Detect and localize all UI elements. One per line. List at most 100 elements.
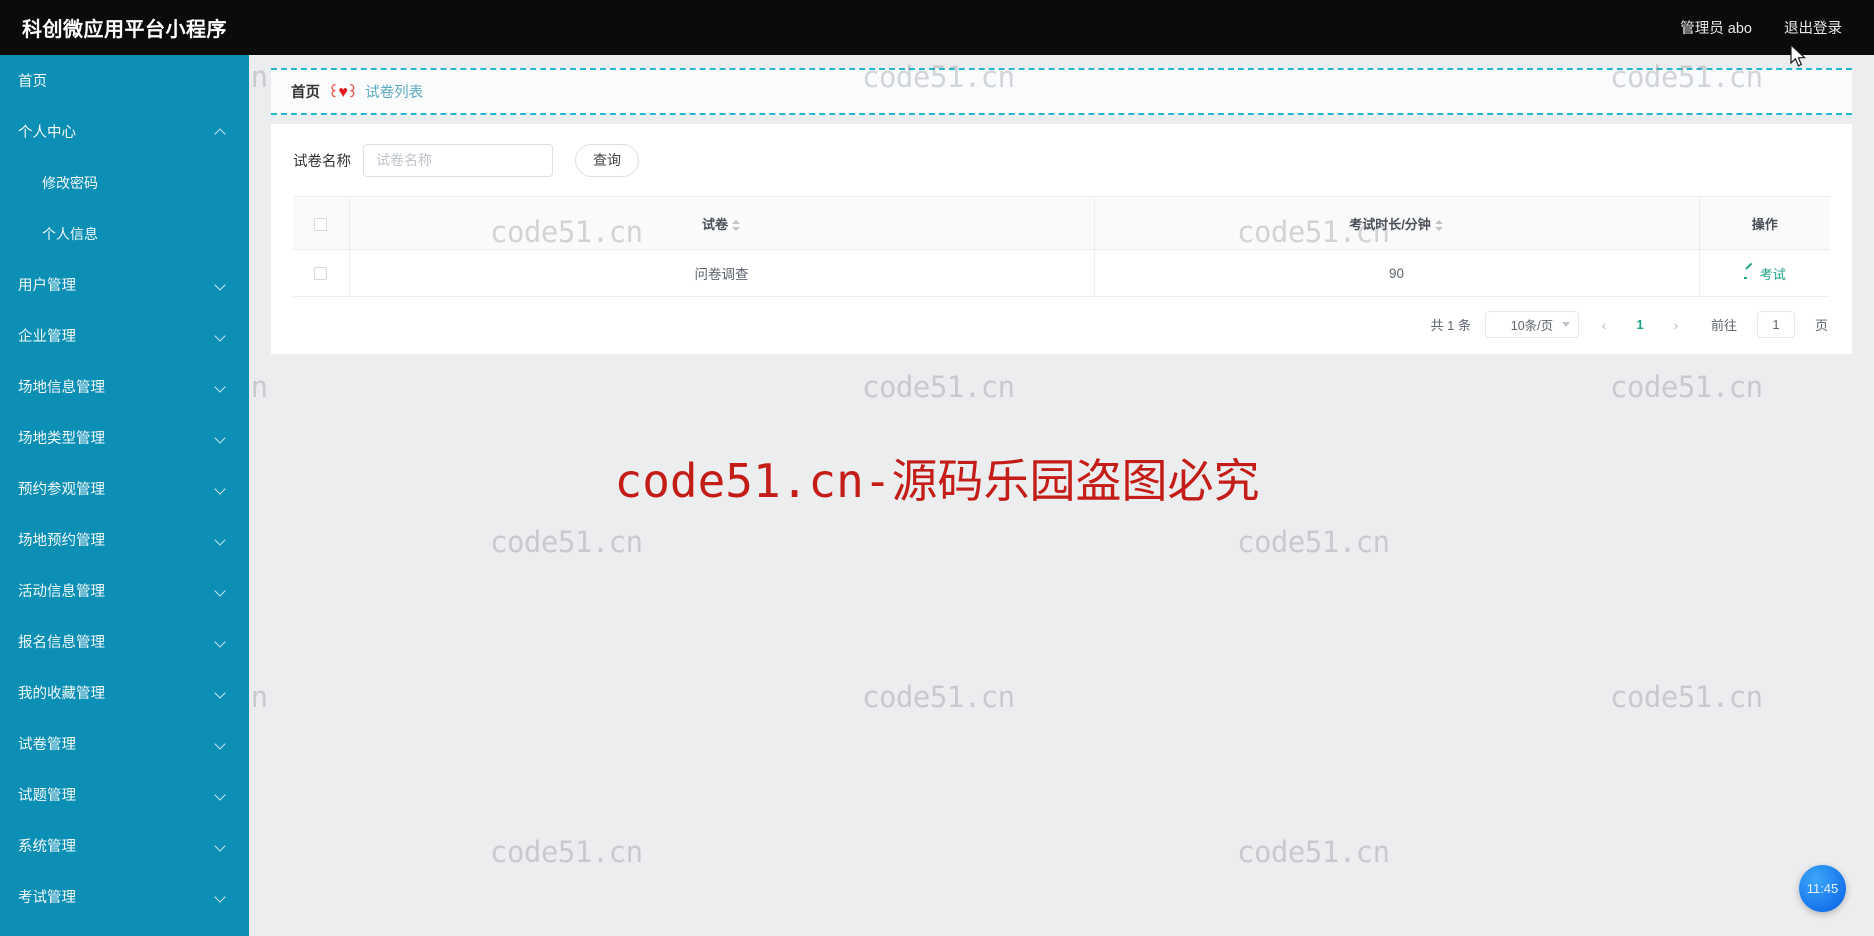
sidebar-nav[interactable]: 首页 个人中心修改密码个人信息用户管理企业管理场地信息管理 场地类型管理 预约参观管理… <box>0 55 249 936</box>
header-operation-label: 操作 <box>1751 216 1778 232</box>
chevron-down-icon[interactable] <box>215 279 227 291</box>
cell-paper-name: 问卷调查 <box>349 249 1095 297</box>
sidebar-item-14[interactable]: 试题管理 <box>0 769 249 820</box>
breadcrumb: 首页 ꒰♥꒱ 试卷列表 <box>271 68 1852 115</box>
header-operation-cell: 操作 <box>1699 196 1830 250</box>
breadcrumb-separator-decoration: ꒰♥꒱ <box>328 81 358 102</box>
sidebar-item-label: 系统管理 <box>18 839 76 855</box>
chevron-up-icon[interactable] <box>215 126 227 138</box>
next-page-button[interactable]: › <box>1665 313 1687 337</box>
sidebar-item-16[interactable]: 考试管理 <box>0 871 249 922</box>
cell-duration: 90 <box>1094 249 1700 297</box>
chevron-down-icon[interactable] <box>215 330 227 342</box>
content-card: 试卷名称 查询 试卷 考试时长/分钟 操作 <box>271 124 1852 354</box>
chevron-down-icon[interactable] <box>215 789 227 801</box>
breadcrumb-home-link[interactable]: 首页 <box>291 81 320 102</box>
row-checkbox[interactable] <box>314 267 328 281</box>
sidebar-item-label: 我的收藏管理 <box>18 686 105 702</box>
select-all-checkbox[interactable] <box>314 217 328 231</box>
sidebar-item-label: 用户管理 <box>18 278 76 294</box>
sidebar-item-13[interactable]: 试卷管理 <box>0 718 249 769</box>
header-paper-name-cell[interactable]: 试卷 <box>349 196 1095 250</box>
exam-paper-table: 试卷 考试时长/分钟 操作 问卷调查 90 考试 <box>293 196 1830 297</box>
sidebar-item-7[interactable]: 场地类型管理 <box>0 412 249 463</box>
page-size-select[interactable]: 10条/页 <box>1484 311 1579 338</box>
chevron-down-icon[interactable] <box>215 483 227 495</box>
heart-icon: ♥ <box>338 84 347 101</box>
floating-clock-time: 11:45 <box>1806 881 1839 896</box>
sidebar-item-11[interactable]: 报名信息管理 <box>0 616 249 667</box>
chevron-down-icon[interactable] <box>215 534 227 546</box>
sidebar-item-4[interactable]: 用户管理 <box>0 259 249 310</box>
exam-action-button[interactable]: 考试 <box>1743 264 1786 283</box>
sidebar-item-0[interactable]: 首页 <box>0 55 249 106</box>
sidebar-item-5[interactable]: 企业管理 <box>0 310 249 361</box>
chevron-down-icon[interactable] <box>215 381 227 393</box>
pencil-icon <box>1743 267 1756 279</box>
sidebar-item-3[interactable]: 个人信息 <box>0 208 249 259</box>
breadcrumb-current-link[interactable]: 试卷列表 <box>365 81 423 102</box>
chevron-down-icon[interactable] <box>215 687 227 699</box>
sidebar-item-label: 个人信息 <box>42 225 98 242</box>
header-select-all-cell <box>293 196 350 250</box>
app-title: 科创微应用平台小程序 <box>22 19 227 41</box>
table-row[interactable]: 问卷调查 90 考试 <box>293 249 1830 297</box>
watermark-main-text: code51.cn-源码乐园盗图必究 <box>614 454 1260 508</box>
sidebar-item-label: 修改密码 <box>42 174 98 191</box>
search-label: 试卷名称 <box>293 153 351 170</box>
goto-label: 前往 <box>1710 318 1737 333</box>
sidebar-item-label: 考试管理 <box>18 890 76 906</box>
sidebar-item-label: 报名信息管理 <box>18 635 105 651</box>
sidebar-item-label: 场地信息管理 <box>18 380 105 396</box>
chevron-down-icon[interactable] <box>215 636 227 648</box>
goto-page-input[interactable] <box>1756 311 1795 338</box>
chevron-down-icon[interactable] <box>215 585 227 597</box>
prev-page-button[interactable]: ‹ <box>1593 313 1615 337</box>
header-paper-name-label: 试卷 <box>701 216 728 232</box>
sidebar-item-6[interactable]: 场地信息管理 <box>0 361 249 412</box>
goto-unit-label: 页 <box>1814 318 1828 333</box>
sidebar-item-15[interactable]: 系统管理 <box>0 820 249 871</box>
pagination: 共 1 条 10条/页 ‹ 1 › 前往 页 <box>271 297 1852 352</box>
sidebar-item-label: 预约参观管理 <box>18 482 105 498</box>
breadcrumb-sep-right: ꒱ <box>346 85 358 101</box>
sidebar-item-9[interactable]: 场地预约管理 <box>0 514 249 565</box>
sort-icon[interactable] <box>731 219 741 232</box>
table-header-row: 试卷 考试时长/分钟 操作 <box>293 196 1830 250</box>
sidebar-item-8[interactable]: 预约参观管理 <box>0 463 249 514</box>
chevron-down-icon[interactable] <box>215 432 227 444</box>
search-input[interactable] <box>363 143 553 177</box>
table-head: 试卷 考试时长/分钟 操作 <box>293 196 1830 250</box>
row-select-cell <box>293 249 350 297</box>
exam-action-label: 考试 <box>1759 266 1786 282</box>
chevron-down-icon <box>1561 322 1570 327</box>
page-size-label: 10条/页 <box>1510 319 1554 333</box>
logout-button[interactable]: 退出登录 <box>1784 17 1842 38</box>
top-bar: 科创微应用平台小程序 管理员 abo 退出登录 <box>0 0 1874 55</box>
floating-clock-badge[interactable]: 11:45 <box>1799 865 1846 912</box>
search-form: 试卷名称 查询 <box>271 124 1852 196</box>
page-number-1[interactable]: 1 <box>1629 317 1651 332</box>
table-body: 问卷调查 90 考试 <box>293 249 1830 297</box>
sidebar-item-1[interactable]: 个人中心 <box>0 106 249 157</box>
chevron-down-icon[interactable] <box>215 840 227 852</box>
cell-operation: 考试 <box>1699 249 1830 297</box>
sidebar-item-label: 场地类型管理 <box>18 431 105 447</box>
sidebar-item-10[interactable]: 活动信息管理 <box>0 565 249 616</box>
current-user-label: 管理员 abo <box>1680 21 1752 37</box>
search-button[interactable]: 查询 <box>575 143 639 177</box>
sidebar-item-label: 试题管理 <box>18 788 76 804</box>
pagination-total: 共 1 条 <box>1430 318 1471 333</box>
breadcrumb-sep-left: ꒰ <box>328 85 339 101</box>
chevron-down-icon[interactable] <box>215 738 227 750</box>
sidebar-item-label: 场地预约管理 <box>18 533 105 549</box>
sidebar-item-2[interactable]: 修改密码 <box>0 157 249 208</box>
header-duration-label: 考试时长/分钟 <box>1349 216 1431 232</box>
chevron-down-icon[interactable] <box>215 891 227 903</box>
sort-icon[interactable] <box>1434 219 1444 232</box>
sidebar-item-label: 试卷管理 <box>18 737 76 753</box>
header-duration-cell[interactable]: 考试时长/分钟 <box>1094 196 1700 250</box>
sidebar-item-label: 企业管理 <box>18 329 76 345</box>
sidebar-item-12[interactable]: 我的收藏管理 <box>0 667 249 718</box>
sidebar-item-label: 活动信息管理 <box>18 584 105 600</box>
